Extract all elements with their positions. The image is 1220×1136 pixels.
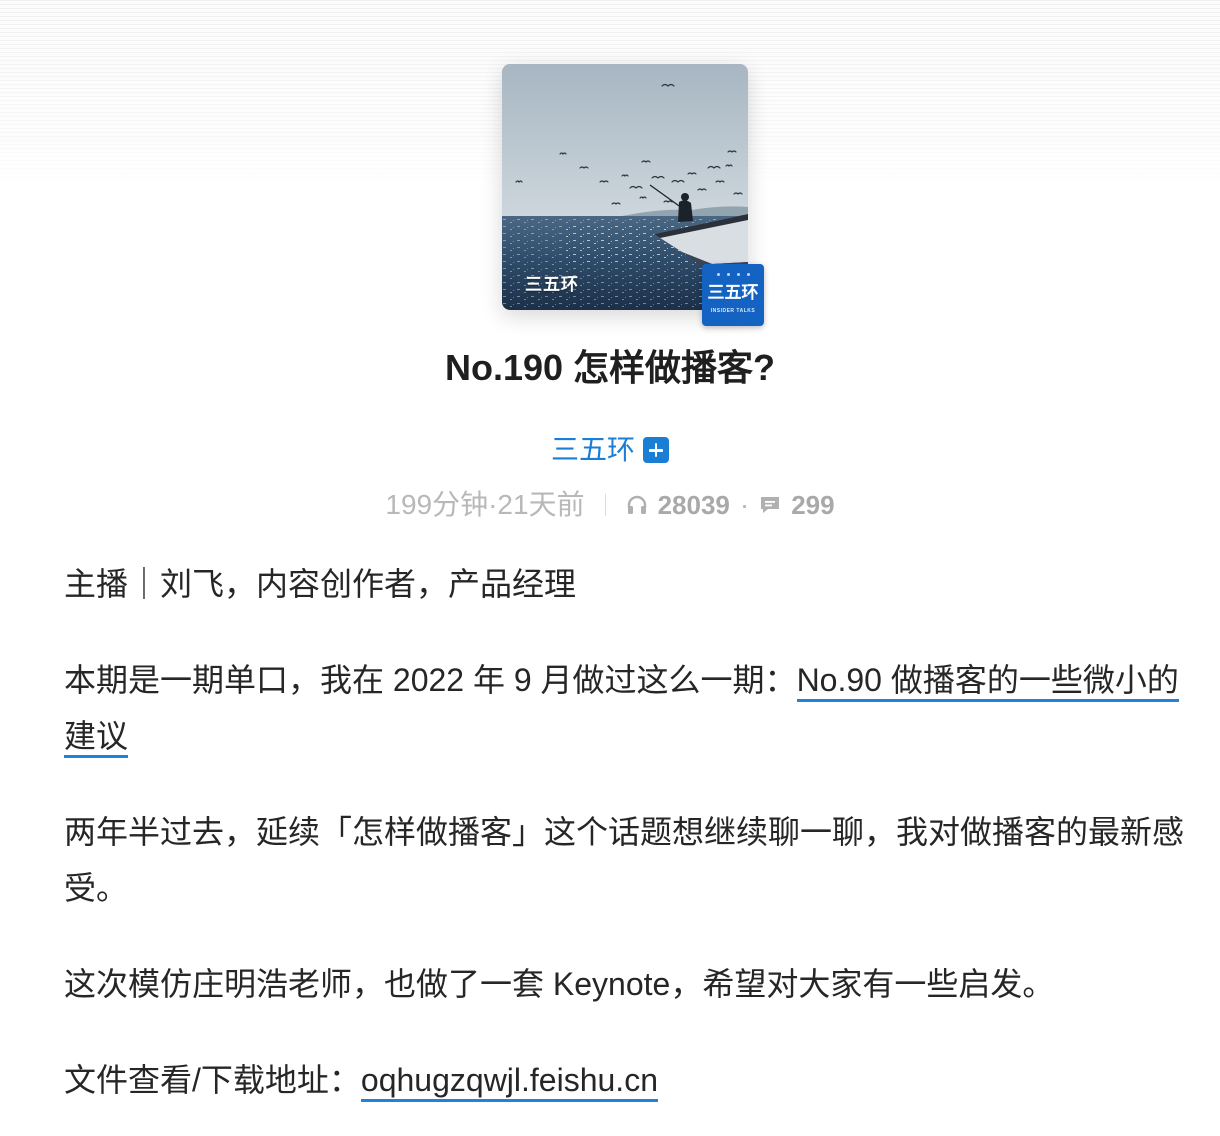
podcast-logo-badge: 三五环 INSIDER TALKS <box>702 264 764 326</box>
publish-time: 21天前 <box>497 489 585 520</box>
cover-overlay-title: 三五环 <box>525 275 579 294</box>
episode-duration: 199分钟 <box>385 489 489 520</box>
badge-name: 三五环 <box>707 283 759 302</box>
badge-subtitle: INSIDER TALKS <box>710 308 756 314</box>
episode-description: 主播｜刘飞，内容创作者，产品经理 本期是一期单口，我在 2022 年 9 月做过… <box>64 556 1184 1108</box>
episode-cover: 三五环 三五环 INSIDER TALKS <box>502 64 764 326</box>
download-label: 文件查看/下载地址： <box>64 1062 361 1098</box>
meta-divider <box>604 494 606 516</box>
description-keynote: 这次模仿庄明浩老师，也做了一套 Keynote，希望对大家有一些启发。 <box>64 966 1055 1002</box>
description-download: 文件查看/下载地址：oqhugzqwjl.feishu.cn <box>64 1052 1184 1108</box>
podcast-row: 三五环 <box>0 432 1220 468</box>
description-intro: 本期是一期单口，我在 2022 年 9 月做过这么一期：No.90 做播客的一些… <box>64 652 1184 764</box>
comment-icon <box>759 494 781 516</box>
meta-dot: · <box>488 489 498 520</box>
plus-square-icon[interactable] <box>643 437 669 463</box>
download-link[interactable]: oqhugzqwjl.feishu.cn <box>360 1062 658 1102</box>
meta-dot-2: · <box>739 489 750 520</box>
description-host: 主播｜刘飞，内容创作者，产品经理 <box>64 566 577 602</box>
play-count: 28039 <box>657 490 730 520</box>
episode-meta: 199分钟 · 21天前 28039 · 299 <box>0 487 1220 523</box>
comment-count: 299 <box>791 490 835 520</box>
description-topic: 两年半过去，延续「怎样做播客」这个话题想继续聊一聊，我对做播客的最新感受。 <box>64 814 1185 906</box>
podcast-name-link[interactable]: 三五环 <box>551 432 635 468</box>
headphones-icon <box>626 494 648 516</box>
episode-title: No.190 怎样做播客? <box>444 347 776 388</box>
badge-dots <box>702 273 764 277</box>
description-intro-text: 本期是一期单口，我在 2022 年 9 月做过这么一期： <box>64 662 797 698</box>
